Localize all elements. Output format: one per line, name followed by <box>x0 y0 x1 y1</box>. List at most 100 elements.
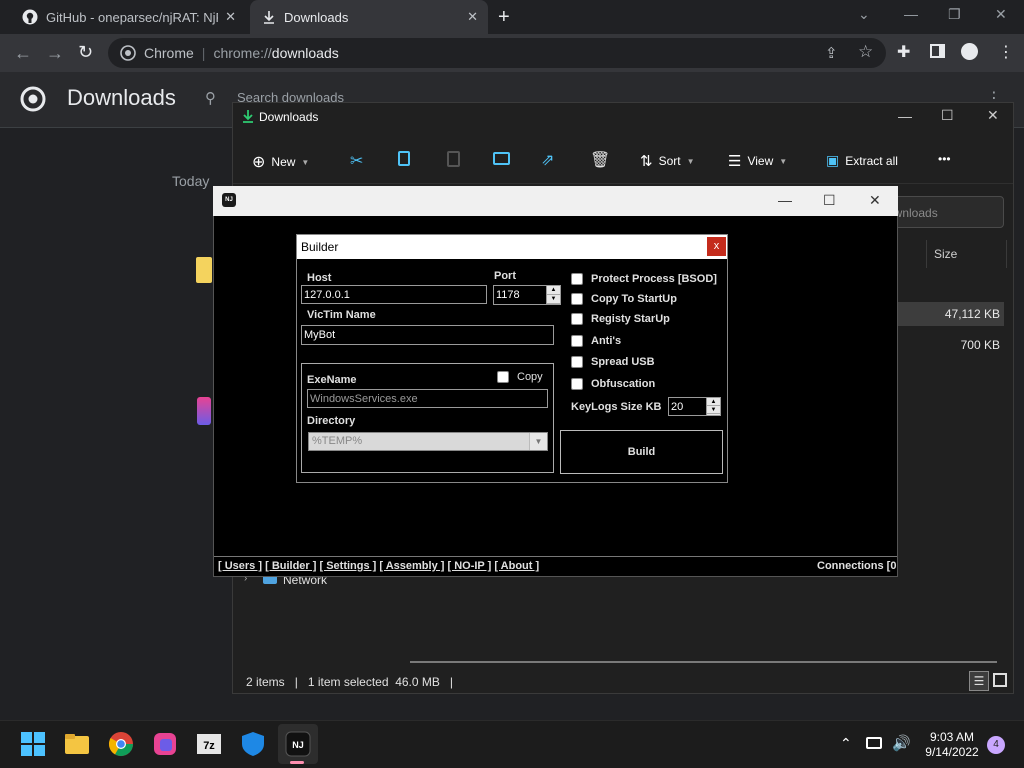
njrat-maximize-icon[interactable]: ☐ <box>823 192 836 209</box>
svg-text:7z: 7z <box>203 740 215 752</box>
menu-no-ip[interactable]: [ NO-IP ] <box>447 560 491 572</box>
explorer-minimize-icon[interactable]: — <box>898 108 912 124</box>
see-more-button[interactable]: ••• <box>938 152 951 166</box>
njrat-taskbar-icon[interactable]: NJ <box>285 731 311 757</box>
svg-text:NJ: NJ <box>292 740 304 750</box>
registry-startup-checkbox[interactable]: Registy StarUp <box>571 313 670 325</box>
tab-search-icon[interactable]: ⌄ <box>858 6 870 23</box>
spread-usb-checkbox[interactable]: Spread USB <box>571 356 655 368</box>
reload-icon[interactable]: ↻ <box>78 42 93 63</box>
connections-status: Connections [0 <box>817 560 897 572</box>
omnibox-chrome-label: Chrome <box>144 45 194 61</box>
tiles-view-icon[interactable] <box>993 673 1007 687</box>
download-icon <box>264 11 274 24</box>
obfuscation-checkbox[interactable]: Obfuscation <box>571 378 655 390</box>
details-view-icon[interactable]: ☰ <box>969 671 989 691</box>
sort-icon: ⇅ <box>640 153 653 170</box>
builder-close-button[interactable]: x <box>707 237 726 256</box>
view-button[interactable]: ☰ View ▼ <box>728 152 787 170</box>
extract-icon: ▣ <box>826 152 840 168</box>
directory-select[interactable]: %TEMP% ▼ <box>308 432 548 451</box>
njrat-app-icon: NJ <box>222 193 236 207</box>
explorer-status-bar: 2 items | 1 item selected 46.0 MB | <box>246 675 454 689</box>
menu-assembly[interactable]: [ Assembly ] <box>379 560 444 572</box>
plus-circle-icon: ⊕ <box>252 154 266 171</box>
menu-builder[interactable]: [ Builder ] <box>265 560 316 572</box>
paste-icon <box>447 151 460 167</box>
bookmark-star-icon[interactable]: ☆ <box>858 42 873 62</box>
explorer-close-icon[interactable]: ✕ <box>987 107 999 124</box>
share-icon[interactable]: ⇗ <box>541 150 554 170</box>
7zip-icon[interactable]: 7z <box>196 731 222 757</box>
downloads-folder-icon <box>243 110 253 123</box>
tab-github[interactable]: GitHub - oneparsec/njRAT: NjRAT ✕ <box>10 0 246 34</box>
network-tray-icon[interactable] <box>866 737 882 749</box>
checkbox-box[interactable] <box>497 371 509 383</box>
njrat-minimize-icon[interactable]: — <box>778 192 792 208</box>
directory-label: Directory <box>307 415 356 427</box>
tab-title: GitHub - oneparsec/njRAT: NjRAT <box>46 9 218 25</box>
app-file-icon <box>197 397 211 425</box>
rename-icon[interactable] <box>493 152 510 165</box>
chrome-menu-icon[interactable]: ⋮ <box>998 42 1014 62</box>
port-input[interactable]: 1178 ▲ ▼ <box>493 285 561 305</box>
copy-icon[interactable] <box>398 151 410 166</box>
file-explorer-icon[interactable] <box>64 731 90 757</box>
file-size: 700 KB <box>960 338 1000 352</box>
app-ds-icon[interactable] <box>152 731 178 757</box>
new-tab-button[interactable]: + <box>498 6 510 29</box>
extensions-icon[interactable]: ✚ <box>897 42 910 62</box>
host-input[interactable]: 127.0.0.1 <box>301 285 487 304</box>
tab-title: Downloads <box>284 9 349 25</box>
explorer-search-input[interactable]: ownloads <box>880 196 1004 228</box>
window-close-icon[interactable]: ✕ <box>995 6 1007 23</box>
volume-icon[interactable]: 🔊 <box>892 734 911 752</box>
keylogs-size-label: KeyLogs Size KB <box>571 401 662 413</box>
antis-checkbox[interactable]: Anti's <box>571 335 621 347</box>
port-spinner[interactable]: ▲ ▼ <box>546 286 560 304</box>
menu-about[interactable]: [ About ] <box>494 560 539 572</box>
menu-users[interactable]: [ Users ] <box>218 560 262 572</box>
exename-input[interactable]: WindowsServices.exe <box>307 389 548 408</box>
profile-avatar-icon[interactable] <box>961 43 978 60</box>
victim-name-input[interactable]: MyBot <box>301 325 554 345</box>
close-icon[interactable]: ✕ <box>225 9 236 25</box>
explorer-maximize-icon[interactable]: ☐ <box>941 107 954 124</box>
extract-all-button[interactable]: ▣ Extract all <box>826 152 898 169</box>
share-icon[interactable]: ⇪ <box>825 44 838 62</box>
back-icon[interactable]: ← <box>14 43 32 64</box>
tab-downloads[interactable]: Downloads ✕ <box>250 0 488 34</box>
chrome-taskbar-icon[interactable] <box>108 731 134 757</box>
start-icon[interactable] <box>20 731 46 757</box>
explorer-title: Downloads <box>259 110 319 124</box>
close-icon[interactable]: ✕ <box>467 9 478 25</box>
protect-process-checkbox[interactable]: Protect Process [BSOD] <box>571 273 717 285</box>
chevron-up-icon[interactable]: ⌃ <box>840 735 852 752</box>
sort-button[interactable]: ⇅ Sort ▼ <box>640 152 695 170</box>
njrat-close-icon[interactable]: ✕ <box>869 192 881 209</box>
copy-to-startup-checkbox[interactable]: Copy To StartUp <box>571 293 677 305</box>
restore-icon[interactable]: ❐ <box>948 6 961 23</box>
keylogs-spinner[interactable]: ▲ ▼ <box>706 398 720 415</box>
side-panel-icon[interactable] <box>930 44 945 58</box>
notification-badge[interactable]: 4 <box>987 736 1005 754</box>
file-size: 47,112 KB <box>944 307 1000 321</box>
active-indicator <box>290 761 304 764</box>
forward-icon[interactable]: → <box>46 43 64 64</box>
build-button[interactable]: Build <box>560 430 723 474</box>
cut-icon[interactable]: ✂ <box>350 151 363 171</box>
keylogs-size-input[interactable]: 20 ▲ ▼ <box>668 397 721 416</box>
column-header-size[interactable]: Size <box>934 247 957 261</box>
menu-settings[interactable]: [ Settings ] <box>320 560 377 572</box>
windows-security-icon[interactable] <box>240 731 266 757</box>
view-list-icon: ☰ <box>728 153 742 170</box>
victim-name-label: VicTim Name <box>307 309 376 321</box>
copy-checkbox[interactable]: Copy <box>497 371 543 383</box>
address-bar[interactable]: Chrome | chrome:// downloads <box>108 38 886 68</box>
delete-icon[interactable]: 🗑 <box>590 150 610 170</box>
new-button[interactable]: ⊕ New ▼ <box>252 152 309 172</box>
taskbar-clock[interactable]: 9:03 AM 9/14/2022 <box>917 730 987 760</box>
minimize-icon[interactable]: — <box>904 6 918 22</box>
horizontal-scrollbar[interactable] <box>410 661 997 663</box>
chevron-down-icon: ▼ <box>529 433 547 450</box>
